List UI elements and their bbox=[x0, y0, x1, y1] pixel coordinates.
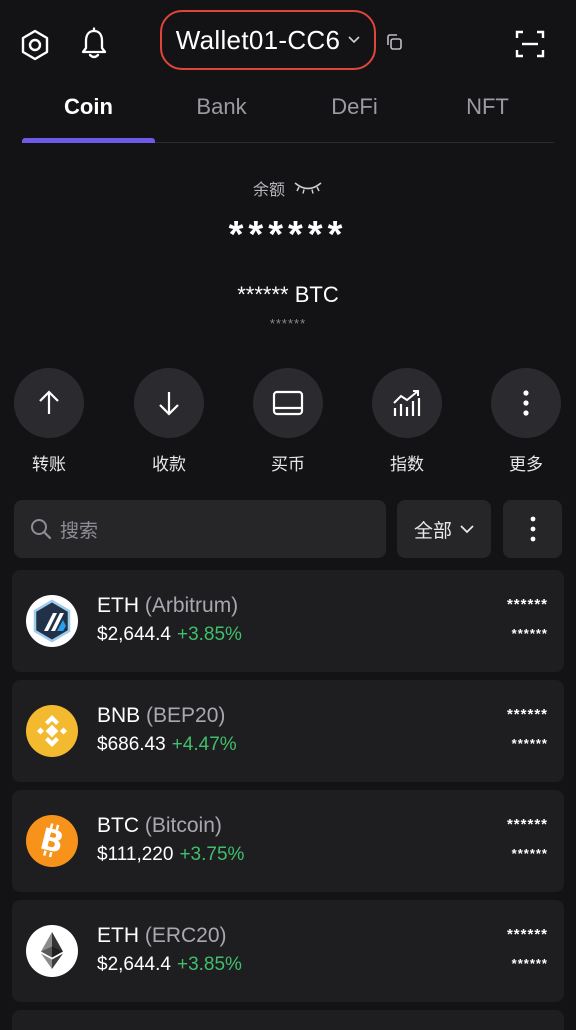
quick-actions: 转账 收款 买币 指数 更多 bbox=[0, 368, 576, 478]
more-vertical-icon bbox=[491, 368, 561, 438]
search-input[interactable]: 搜索 bbox=[14, 500, 386, 558]
chevron-down-icon bbox=[460, 524, 474, 534]
balance-header: 余额 bbox=[0, 176, 576, 200]
token-price: $686.43 bbox=[97, 734, 166, 755]
balance-label: 余额 bbox=[252, 182, 285, 199]
token-row-partial bbox=[12, 1010, 564, 1030]
search-placeholder: 搜索 bbox=[60, 520, 99, 542]
token-price-row: $2,644.4 +3.85% bbox=[97, 954, 242, 976]
settings-icon[interactable] bbox=[16, 26, 54, 64]
send-label: 转账 bbox=[32, 455, 66, 474]
asset-tabs: Coin Bank DeFi NFT bbox=[22, 86, 554, 143]
arrow-up-icon bbox=[14, 368, 84, 438]
token-balance: ****** bbox=[506, 816, 548, 833]
search-row: 搜索 全部 bbox=[14, 500, 562, 558]
filter-label: 全部 bbox=[413, 520, 452, 542]
token-change: +3.75% bbox=[179, 844, 245, 865]
token-row[interactable]: ETH (ERC20) $2,644.4 +3.85% ****** ****** bbox=[12, 900, 564, 1002]
token-row[interactable]: BNB (BEP20) $686.43 +4.47% ****** ****** bbox=[12, 680, 564, 782]
more-label: 更多 bbox=[509, 455, 543, 474]
token-value: ****** bbox=[511, 736, 548, 751]
token-price: $2,644.4 bbox=[97, 624, 171, 645]
search-icon bbox=[30, 518, 52, 540]
token-value: ****** bbox=[511, 846, 548, 861]
buy-button[interactable]: 买币 bbox=[243, 368, 333, 475]
token-name: BTC (Bitcoin) bbox=[97, 814, 222, 838]
token-price-row: $2,644.4 +3.85% bbox=[97, 624, 242, 646]
send-button[interactable]: 转账 bbox=[4, 368, 94, 475]
chevron-down-icon bbox=[348, 36, 360, 44]
index-button[interactable]: 指数 bbox=[362, 368, 452, 475]
token-price: $2,644.4 bbox=[97, 954, 171, 975]
receive-label: 收款 bbox=[152, 455, 186, 474]
wallet-name: Wallet01-CC6 bbox=[175, 24, 341, 55]
token-value: ****** bbox=[511, 626, 548, 641]
bell-icon[interactable] bbox=[76, 24, 112, 64]
arrow-down-icon bbox=[134, 368, 204, 438]
token-balance: ****** bbox=[506, 596, 548, 613]
total-balance: ****** bbox=[228, 214, 348, 256]
tab-nft[interactable]: NFT bbox=[421, 94, 554, 120]
card-icon bbox=[253, 368, 323, 438]
token-row[interactable]: B BTC (Bitcoin) $111,220 +3.75% ****** **… bbox=[12, 790, 564, 892]
ethereum-logo-icon bbox=[26, 925, 78, 977]
list-options-button[interactable] bbox=[503, 500, 562, 558]
bitcoin-logo-icon: B bbox=[26, 815, 78, 867]
token-network: (ERC20) bbox=[144, 924, 227, 947]
receive-button[interactable]: 收款 bbox=[124, 368, 214, 475]
token-balance: ****** bbox=[506, 706, 548, 723]
index-chart-icon bbox=[372, 368, 442, 438]
index-label: 指数 bbox=[390, 455, 424, 474]
token-name: BNB (BEP20) bbox=[97, 704, 225, 728]
more-vertical-icon bbox=[529, 515, 537, 543]
token-price-row: $686.43 +4.47% bbox=[97, 734, 237, 756]
token-symbol: BNB bbox=[97, 704, 141, 727]
token-price: $111,220 bbox=[97, 844, 174, 865]
token-symbol: ETH bbox=[97, 594, 139, 617]
scan-icon[interactable] bbox=[512, 26, 548, 62]
bnb-logo-icon bbox=[26, 705, 78, 757]
token-change: +3.85% bbox=[176, 954, 242, 975]
tab-bank[interactable]: Bank bbox=[155, 94, 288, 120]
token-balance: ****** bbox=[506, 926, 548, 943]
token-value: ****** bbox=[511, 956, 548, 971]
tab-coin[interactable]: Coin bbox=[22, 94, 155, 120]
arbitrum-logo-icon bbox=[26, 595, 78, 647]
top-bar: Wallet01-CC6 bbox=[0, 0, 576, 86]
token-network: (Bitcoin) bbox=[144, 814, 222, 837]
eye-closed-icon[interactable] bbox=[293, 180, 323, 196]
filter-dropdown[interactable]: 全部 bbox=[397, 500, 491, 558]
token-symbol: BTC bbox=[97, 814, 139, 837]
balance-fiat: ****** bbox=[269, 316, 307, 331]
token-change: +4.47% bbox=[171, 734, 237, 755]
balance-btc: ****** BTC bbox=[237, 282, 339, 307]
active-tab-indicator bbox=[22, 138, 155, 143]
token-name: ETH (ERC20) bbox=[97, 924, 227, 948]
token-price-row: $111,220 +3.75% bbox=[97, 844, 244, 866]
token-change: +3.85% bbox=[176, 624, 242, 645]
tab-defi[interactable]: DeFi bbox=[288, 94, 421, 120]
token-symbol: ETH bbox=[97, 924, 139, 947]
token-name: ETH (Arbitrum) bbox=[97, 594, 238, 618]
token-network: (Arbitrum) bbox=[144, 594, 239, 617]
more-actions-button[interactable]: 更多 bbox=[481, 368, 571, 475]
buy-label: 买币 bbox=[271, 455, 305, 474]
token-row[interactable]: ETH (Arbitrum) $2,644.4 +3.85% ****** ***… bbox=[12, 570, 564, 672]
token-network: (BEP20) bbox=[146, 704, 226, 727]
copy-icon[interactable] bbox=[384, 32, 404, 52]
wallet-selector[interactable]: Wallet01-CC6 bbox=[160, 10, 376, 70]
